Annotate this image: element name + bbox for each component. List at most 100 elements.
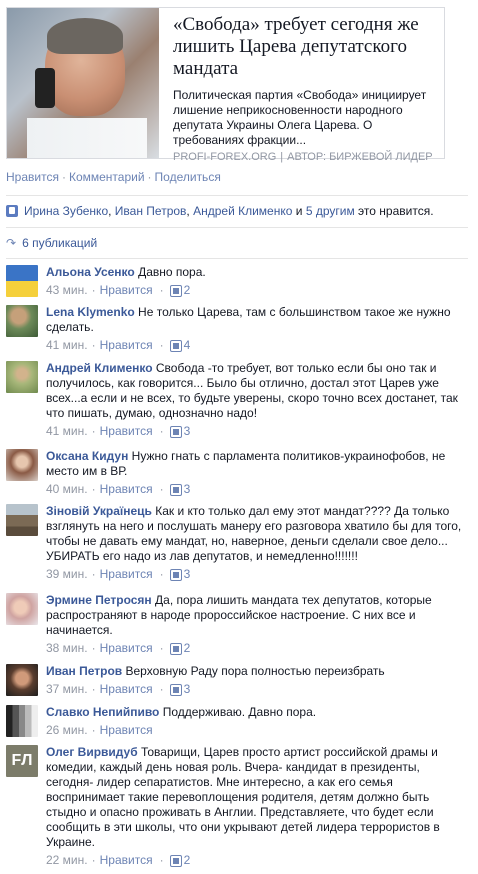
comment-author[interactable]: Оксана Кидун [46,449,128,463]
article-title[interactable]: «Свобода» требует сегодня же лишить Царе… [173,14,436,80]
comment-action[interactable]: Комментарий [69,170,145,184]
comment-time[interactable]: 41 мин. [46,338,88,353]
article-source: PROFI-FOREX.ORG | АВТОР: БИРЖЕВОЙ ЛИДЕР [173,151,436,163]
comment-time[interactable]: 40 мин. [46,482,88,497]
comment-time[interactable]: 37 мин. [46,682,88,697]
separator-dot: · [91,567,96,581]
share-action[interactable]: Поделиться [155,170,221,184]
comment-author[interactable]: Зіновій Українець [46,504,152,518]
like-count-icon [169,483,182,496]
like-count[interactable]: 4 [184,338,191,353]
like-count[interactable]: 2 [184,283,191,298]
comment-author[interactable]: Иван Петров [46,664,122,678]
like-count-icon [169,854,182,867]
comment-like-button[interactable]: Нравится [100,424,153,439]
separator-dot: · [159,283,164,297]
comment: Славко Непийпиво Поддерживаю. Давно пора… [6,705,468,738]
comment-time[interactable]: 39 мин. [46,567,88,582]
comment-like-button[interactable]: Нравится [100,338,153,353]
avatar[interactable] [6,361,38,393]
separator-dot: · [159,338,164,352]
like-action[interactable]: Нравится [6,170,59,184]
like-count[interactable]: 2 [184,641,191,656]
separator-dot: · [159,853,164,867]
comment-author[interactable]: Олег Вирвидуб [46,745,138,759]
like-count[interactable]: 3 [184,567,191,582]
comment-like-button[interactable]: Нравится [100,853,153,868]
comment: Альона Усенко Давно пора. 43 мин. · Нравит… [6,265,468,298]
separator-dot: · [91,424,96,438]
like-count[interactable]: 3 [184,424,191,439]
comment-author[interactable]: Эрмине Петросян [46,593,152,607]
comment-like-button[interactable]: Нравится [100,283,153,298]
comment-meta: 37 мин. · Нравится · 3 [46,682,468,697]
liker-name[interactable]: Ирина Зубенко [24,204,108,218]
avatar[interactable] [6,664,38,696]
source-author: АВТОР: БИРЖЕВОЙ ЛИДЕР [287,151,433,163]
like-count-icon [169,642,182,655]
avatar-logo-text: FЛ [11,752,33,769]
comment-time[interactable]: 38 мин. [46,641,88,656]
comment-text: Давно пора. [138,265,206,279]
separator-dot: · [147,170,152,184]
comment-meta: 22 мин. · Нравится · 2 [46,853,468,868]
separator-dot: · [91,853,96,867]
like-count[interactable]: 3 [184,682,191,697]
comment: FЛ Олег Вирвидуб Товарищи, Царев просто … [6,745,468,868]
avatar[interactable] [6,265,38,297]
source-site: PROFI-FOREX.ORG [173,151,277,163]
separator-dot: · [159,482,164,496]
divider [6,195,468,196]
article-thumbnail[interactable] [7,8,159,158]
thumbs-up-icon [6,205,18,217]
comment-like-button[interactable]: Нравится [100,567,153,582]
comment-meta: 40 мин. · Нравится · 3 [46,482,468,497]
like-count-icon [169,683,182,696]
likes-suffix: это нравится. [358,204,434,218]
comment-like-button[interactable]: Нравится [100,682,153,697]
comment-time[interactable]: 43 мин. [46,283,88,298]
comment-like-button[interactable]: Нравится [100,723,153,738]
like-count[interactable]: 3 [184,482,191,497]
comment-author[interactable]: Lena Klymenko [46,305,135,319]
likes-and: и [295,204,303,218]
avatar[interactable] [6,449,38,481]
comment-text: Верховную Раду пора полностью переизбрат… [125,664,385,678]
avatar[interactable] [6,593,38,625]
thumbnail-hair [47,18,123,54]
avatar[interactable]: FЛ [6,745,38,777]
comment-time[interactable]: 22 мин. [46,853,88,868]
comment-meta: 26 мин. · Нравится [46,723,468,738]
comment-author[interactable]: Андрей Клименко [46,361,153,375]
comment-meta: 43 мин. · Нравится · 2 [46,283,468,298]
comment-meta: 41 мин. · Нравится · 3 [46,424,468,439]
comment-like-button[interactable]: Нравится [100,641,153,656]
comment: Оксана Кидун Нужно гнать с парламента по… [6,449,468,497]
like-count[interactable]: 2 [184,853,191,868]
divider [6,258,468,259]
separator-dot: · [159,567,164,581]
comment-like-button[interactable]: Нравится [100,482,153,497]
liker-name[interactable]: Иван Петров [115,204,187,218]
avatar[interactable] [6,305,38,337]
liker-name[interactable]: Андрей Клименко [193,204,292,218]
comment-author[interactable]: Альона Усенко [46,265,135,279]
shares-summary[interactable]: ↷ 6 публикаций [6,236,97,250]
comment-author[interactable]: Славко Непийпиво [46,705,159,719]
like-count-icon [169,339,182,352]
comment-time[interactable]: 41 мин. [46,424,88,439]
avatar[interactable] [6,705,38,737]
comment: Андрей Клименко Свобода -то требует, вот… [6,361,468,439]
likes-others-link[interactable]: 5 другим [306,204,355,218]
comment: Эрмине Петросян Да, пора лишить мандата … [6,593,468,656]
comment-meta: 39 мин. · Нравится · 3 [46,567,468,582]
comment: Зіновій Українець Как и кто только дал е… [6,504,468,582]
share-arrow-icon: ↷ [6,236,17,250]
shared-link-card[interactable]: «Свобода» требует сегодня же лишить Царе… [6,7,445,163]
avatar[interactable] [6,504,38,536]
comment-time[interactable]: 26 мин. [46,723,88,738]
thumbnail-shirt [27,118,147,158]
shares-count[interactable]: 6 публикаций [22,236,97,250]
article-description: Политическая партия «Свобода» инициирует… [173,88,427,147]
separator-dot: · [91,482,96,496]
